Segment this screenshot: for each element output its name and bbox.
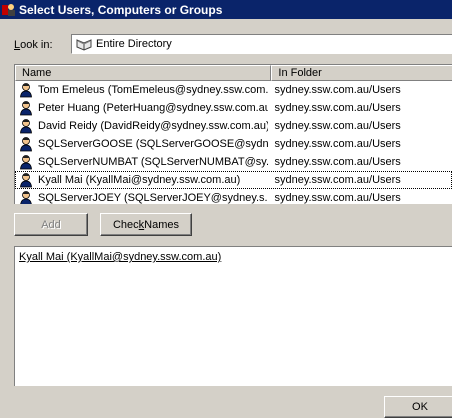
ok-button[interactable]: OK [384,396,452,418]
window-title: Select Users, Computers or Groups [19,2,223,17]
row-folder: sydney.ssw.com.au/Users [274,192,401,204]
users-icon [2,3,16,17]
list-row[interactable]: Tom Emeleus (TomEmeleus@sydney.ssw.com..… [15,81,452,99]
user-icon [20,101,32,116]
row-name: Peter Huang (PeterHuang@sydney.ssw.com.a… [38,102,269,114]
add-button[interactable]: Add [14,213,88,236]
row-name: SQLServerNUMBAT (SQLServerNUMBAT@sy... [38,156,269,168]
row-folder: sydney.ssw.com.au/Users [274,174,401,186]
row-name: David Reidy (DavidReidy@sydney.ssw.com.a… [38,120,269,132]
user-icon [20,191,32,204]
check-names-button[interactable]: Chec k Names [100,213,192,236]
look-in-label: Look in: [14,39,53,51]
user-icon [20,155,32,170]
list-header: Name In Folder [15,65,452,81]
row-name: Tom Emeleus (TomEmeleus@sydney.ssw.com..… [38,84,269,96]
user-icon [20,83,32,98]
user-icon [20,137,32,152]
list-row[interactable]: SQLServerJOEY (SQLServerJOEY@sydney.s...… [15,189,452,204]
row-name: Kyall Mai (KyallMai@sydney.ssw.com.au) [38,174,241,186]
column-header-name[interactable]: Name [15,65,272,81]
search-results-list[interactable]: Name In Folder Tom Emeleus (TomEmeleus@s… [14,64,452,204]
column-header-in-folder[interactable]: In Folder [271,65,452,81]
selected-names-field[interactable]: Kyall Mai (KyallMai@sydney.ssw.com.au) [14,246,452,386]
list-row[interactable]: David Reidy (DavidReidy@sydney.ssw.com.a… [15,117,452,135]
look-in-value: Entire Directory [96,38,172,50]
list-row[interactable]: SQLServerGOOSE (SQLServerGOOSE@sydn... s… [15,135,452,153]
title-bar: Select Users, Computers or Groups [0,0,452,19]
row-name: SQLServerJOEY (SQLServerJOEY@sydney.s... [38,192,269,204]
row-folder: sydney.ssw.com.au/Users [274,138,401,150]
row-folder: sydney.ssw.com.au/Users [274,120,401,132]
selected-name-entry: Kyall Mai (KyallMai@sydney.ssw.com.au) [19,251,222,263]
row-folder: sydney.ssw.com.au/Users [274,156,401,168]
user-icon [20,119,32,134]
directory-book-icon [76,37,92,51]
user-icon [20,173,32,188]
row-name: SQLServerGOOSE (SQLServerGOOSE@sydn... [38,138,269,150]
list-row[interactable]: SQLServerNUMBAT (SQLServerNUMBAT@sy... s… [15,153,452,171]
list-row-selected[interactable]: Kyall Mai (KyallMai@sydney.ssw.com.au) s… [15,171,452,189]
row-folder: sydney.ssw.com.au/Users [274,102,401,114]
list-row[interactable]: Peter Huang (PeterHuang@sydney.ssw.com.a… [15,99,452,117]
row-folder: sydney.ssw.com.au/Users [274,84,401,96]
look-in-combobox[interactable]: Entire Directory [71,34,452,54]
